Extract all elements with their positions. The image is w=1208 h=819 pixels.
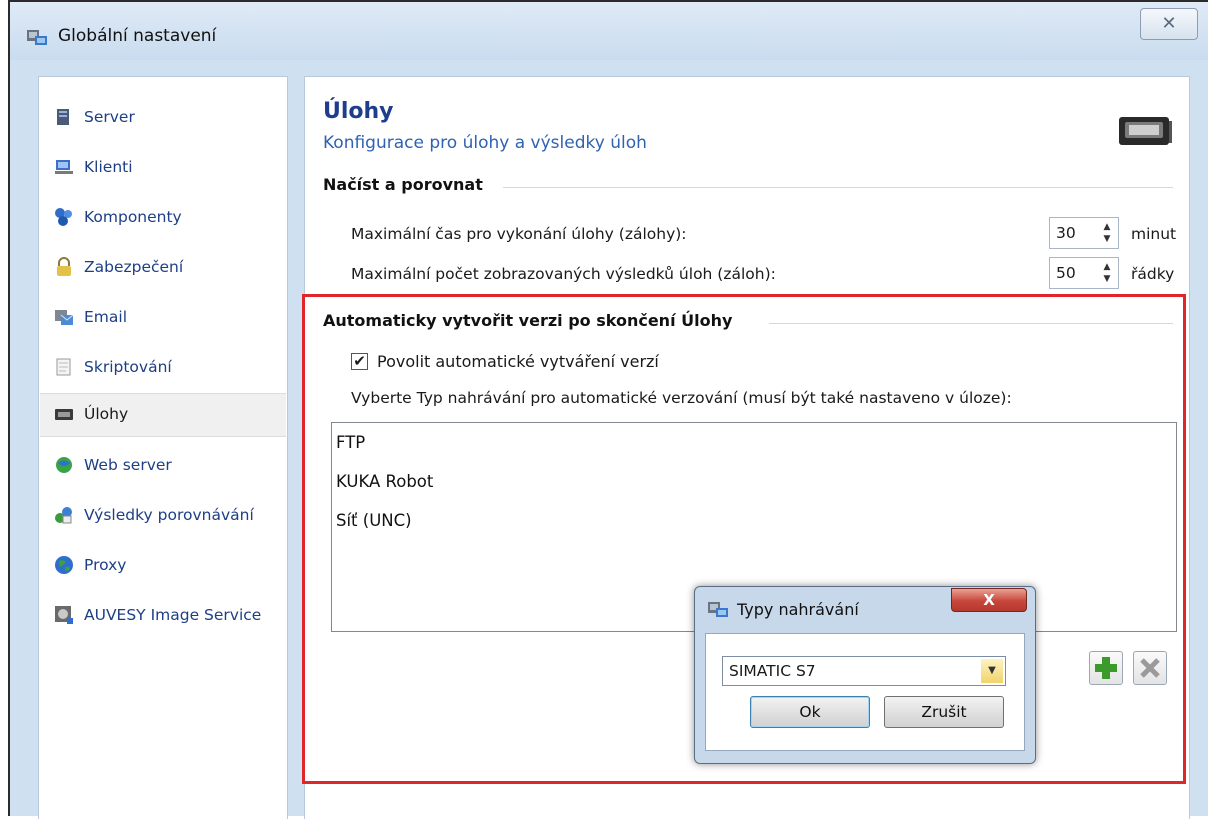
sidebar-item-label: Klienti [84,158,133,176]
max-time-label: Maximální čas pro vykonání úlohy (zálohy… [351,225,687,243]
sidebar-item-label: Zabezpečení [84,258,184,276]
sidebar-item-clients[interactable]: Klienti [40,147,286,189]
combobox-value: SIMATIC S7 [729,662,816,680]
dialog-close-button[interactable]: X [951,588,1027,612]
sidebar-item-label: Proxy [84,556,127,574]
clients-icon [55,160,73,174]
spinner-value: 50 [1056,264,1076,282]
sidebar-item-label: Výsledky porovnávání [84,506,254,524]
upload-type-combobox[interactable]: SIMATIC S7 ▼ [722,656,1006,686]
sidebar-item-web-server[interactable]: Web server [40,445,286,487]
upload-types-dialog: Typy nahrávání X SIMATIC S7 ▼ Ok Zrušit [694,586,1036,764]
sidebar-item-label: Email [84,308,128,326]
section-load-compare: Načíst a porovnat [323,175,1173,199]
close-icon: ✕ [1161,13,1177,34]
dialog-title: Typy nahrávání [737,600,859,619]
image-service-icon [55,606,73,624]
tape-icon [55,409,73,420]
web-server-icon [56,457,72,473]
cancel-button[interactable]: Zrušit [884,696,1004,728]
sidebar-item-email[interactable]: Email [40,297,286,339]
section-heading: Načíst a porovnat [323,175,483,194]
app-icon [27,30,47,45]
spinner-value: 30 [1056,224,1076,242]
max-results-unit: řádky [1131,265,1175,283]
window-title: Globální nastavení [58,26,217,46]
app-icon [708,602,728,617]
lock-icon [57,257,71,276]
spinner-arrows-icon[interactable]: ▲ ▼ [1100,221,1114,245]
sidebar-item-label: Úlohy [84,405,129,423]
sidebar-item-tasks[interactable]: Úlohy [40,393,286,437]
sidebar-item-security[interactable]: Zabezpečení [40,247,286,289]
close-icon: X [983,591,995,609]
section-divider [503,187,1173,188]
tape-header-icon [1119,117,1172,145]
max-results-label: Maximální počet zobrazovaných výsledků ú… [351,265,776,283]
page-subtitle: Konfigurace pro úlohy a výsledky úloh [323,133,647,153]
dialog-body: SIMATIC S7 ▼ Ok Zrušit [705,633,1025,751]
compare-results-icon [55,507,72,524]
ok-button[interactable]: Ok [750,696,870,728]
sidebar-item-scripting[interactable]: Skriptování [40,347,286,389]
server-icon [57,109,69,125]
title-bar: Globální nastavení ✕ [10,2,1208,60]
sidebar-item-label: Server [84,108,135,126]
components-icon [55,208,72,226]
sidebar-item-label: Skriptování [84,358,172,376]
sidebar-item-label: Web server [84,456,172,474]
max-time-spinner[interactable]: 30 ▲ ▼ [1049,217,1119,249]
sidebar: Server Klienti Komponenty Zabezpečení Em… [38,76,288,819]
sidebar-item-label: Komponenty [84,208,182,226]
max-results-spinner[interactable]: 50 ▲ ▼ [1049,257,1119,289]
spinner-arrows-icon[interactable]: ▲ ▼ [1100,261,1114,285]
sidebar-item-components[interactable]: Komponenty [40,197,286,239]
email-icon [55,310,74,325]
window-close-button[interactable]: ✕ [1140,8,1198,40]
sidebar-item-image-service[interactable]: AUVESY Image Service [40,595,286,637]
sidebar-item-proxy[interactable]: Proxy [40,545,286,587]
max-time-unit: minut [1131,225,1177,243]
chevron-down-icon[interactable]: ▼ [981,659,1003,683]
script-icon [56,358,71,376]
globe-icon [55,556,73,574]
sidebar-item-server[interactable]: Server [40,97,286,139]
sidebar-item-compare-results[interactable]: Výsledky porovnávání [40,495,286,537]
page-title: Úlohy [323,99,394,124]
sidebar-item-label: AUVESY Image Service [84,606,262,624]
